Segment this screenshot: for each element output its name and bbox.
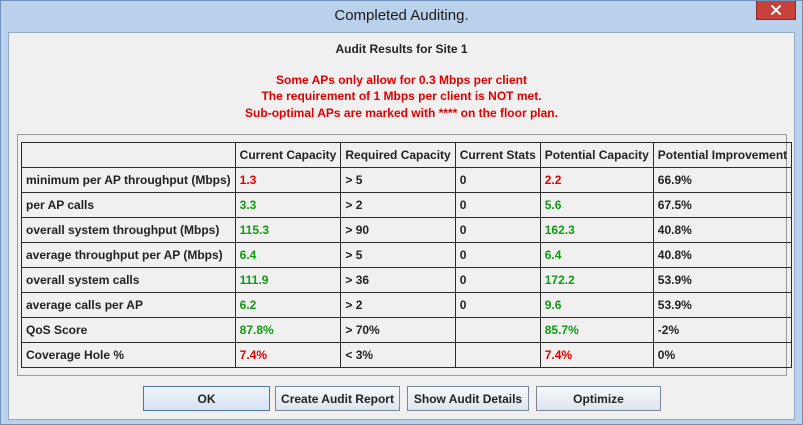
metric-cell: overall system throughput (Mbps)	[21, 217, 236, 243]
potential-capacity-cell: 7.4%	[539, 342, 654, 368]
current-capacity-cell: 7.4%	[234, 342, 342, 368]
title-bar[interactable]: Completed Auditing.	[1, 1, 802, 31]
table-row: minimum per AP throughput (Mbps) 1.3 > 5…	[21, 167, 793, 193]
potential-improvement-cell: 67.5%	[652, 192, 793, 218]
close-button[interactable]	[756, 1, 796, 20]
potential-improvement-cell: 66.9%	[652, 167, 793, 193]
column-header-current-capacity: Current Capacity	[234, 142, 342, 168]
current-capacity-cell: 115.3	[234, 217, 342, 243]
current-capacity-cell: 6.2	[234, 292, 342, 318]
dialog-content: Audit Results for Site 1 Some APs only a…	[8, 32, 795, 420]
current-capacity-cell: 87.8%	[234, 317, 342, 343]
column-header-required-capacity: Required Capacity	[340, 142, 456, 168]
potential-capacity-cell: 162.3	[539, 217, 654, 243]
potential-improvement-cell: 53.9%	[652, 292, 793, 318]
column-header-metric	[21, 142, 236, 168]
table-header-row: Current Capacity Required Capacity Curre…	[21, 142, 793, 168]
window-title: Completed Auditing.	[334, 7, 469, 24]
required-capacity-cell: > 2	[340, 192, 456, 218]
metric-cell: average calls per AP	[21, 292, 236, 318]
current-stats-cell: 0	[454, 292, 541, 318]
current-stats-cell: 0	[454, 192, 541, 218]
current-capacity-cell: 6.4	[234, 242, 342, 268]
column-header-current-stats: Current Stats	[454, 142, 541, 168]
table-row: QoS Score 87.8% > 70% 85.7% -2%	[21, 317, 793, 343]
warning-line-3: Sub-optimal APs are marked with **** on …	[245, 106, 558, 120]
potential-capacity-cell: 85.7%	[539, 317, 654, 343]
required-capacity-cell: > 5	[340, 242, 456, 268]
required-capacity-cell: < 3%	[340, 342, 456, 368]
potential-capacity-cell: 9.6	[539, 292, 654, 318]
warning-line-1: Some APs only allow for 0.3 Mbps per cli…	[276, 73, 527, 87]
warning-line-2: The requirement of 1 Mbps per client is …	[261, 89, 542, 103]
table-row: per AP calls 3.3 > 2 0 5.6 67.5%	[21, 192, 793, 218]
table-row: overall system throughput (Mbps) 115.3 >…	[21, 217, 793, 243]
results-panel: Current Capacity Required Capacity Curre…	[17, 134, 793, 376]
required-capacity-cell: > 36	[340, 267, 456, 293]
current-capacity-cell: 111.9	[234, 267, 342, 293]
potential-improvement-cell: -2%	[652, 317, 793, 343]
table-row: average throughput per AP (Mbps) 6.4 > 5…	[21, 242, 793, 268]
show-audit-details-button[interactable]: Show Audit Details	[407, 386, 529, 411]
required-capacity-cell: > 5	[340, 167, 456, 193]
metric-cell: per AP calls	[21, 192, 236, 218]
optimize-button[interactable]: Optimize	[536, 386, 661, 411]
create-audit-report-button[interactable]: Create Audit Report	[275, 386, 400, 411]
column-header-potential-capacity: Potential Capacity	[539, 142, 654, 168]
current-capacity-cell: 3.3	[234, 192, 342, 218]
metric-cell: average throughput per AP (Mbps)	[21, 242, 236, 268]
potential-capacity-cell: 5.6	[539, 192, 654, 218]
metric-cell: minimum per AP throughput (Mbps)	[21, 167, 236, 193]
current-stats-cell: 0	[454, 167, 541, 193]
current-stats-cell	[454, 342, 541, 368]
required-capacity-cell: > 2	[340, 292, 456, 318]
potential-capacity-cell: 172.2	[539, 267, 654, 293]
current-capacity-cell: 1.3	[234, 167, 342, 193]
column-header-potential-improvement: Potential Improvement	[652, 142, 793, 168]
current-stats-cell	[454, 317, 541, 343]
table-row: average calls per AP 6.2 > 2 0 9.6 53.9%	[21, 292, 793, 318]
potential-capacity-cell: 6.4	[539, 242, 654, 268]
metric-cell: QoS Score	[21, 317, 236, 343]
metric-cell: Coverage Hole %	[21, 342, 236, 368]
table-row: Coverage Hole % 7.4% < 3% 7.4% 0%	[21, 342, 793, 368]
current-stats-cell: 0	[454, 267, 541, 293]
potential-improvement-cell: 40.8%	[652, 217, 793, 243]
metric-cell: overall system calls	[21, 267, 236, 293]
required-capacity-cell: > 70%	[340, 317, 456, 343]
ok-button[interactable]: OK	[143, 386, 270, 411]
potential-capacity-cell: 2.2	[539, 167, 654, 193]
dialog-window: Completed Auditing. Audit Results for Si…	[0, 0, 803, 425]
potential-improvement-cell: 53.9%	[652, 267, 793, 293]
results-table: Current Capacity Required Capacity Curre…	[21, 142, 793, 368]
current-stats-cell: 0	[454, 242, 541, 268]
table-row: overall system calls 111.9 > 36 0 172.2 …	[21, 267, 793, 293]
potential-improvement-cell: 0%	[652, 342, 793, 368]
audit-heading: Audit Results for Site 1	[335, 42, 468, 56]
required-capacity-cell: > 90	[340, 217, 456, 243]
current-stats-cell: 0	[454, 217, 541, 243]
close-icon	[771, 5, 781, 15]
potential-improvement-cell: 40.8%	[652, 242, 793, 268]
